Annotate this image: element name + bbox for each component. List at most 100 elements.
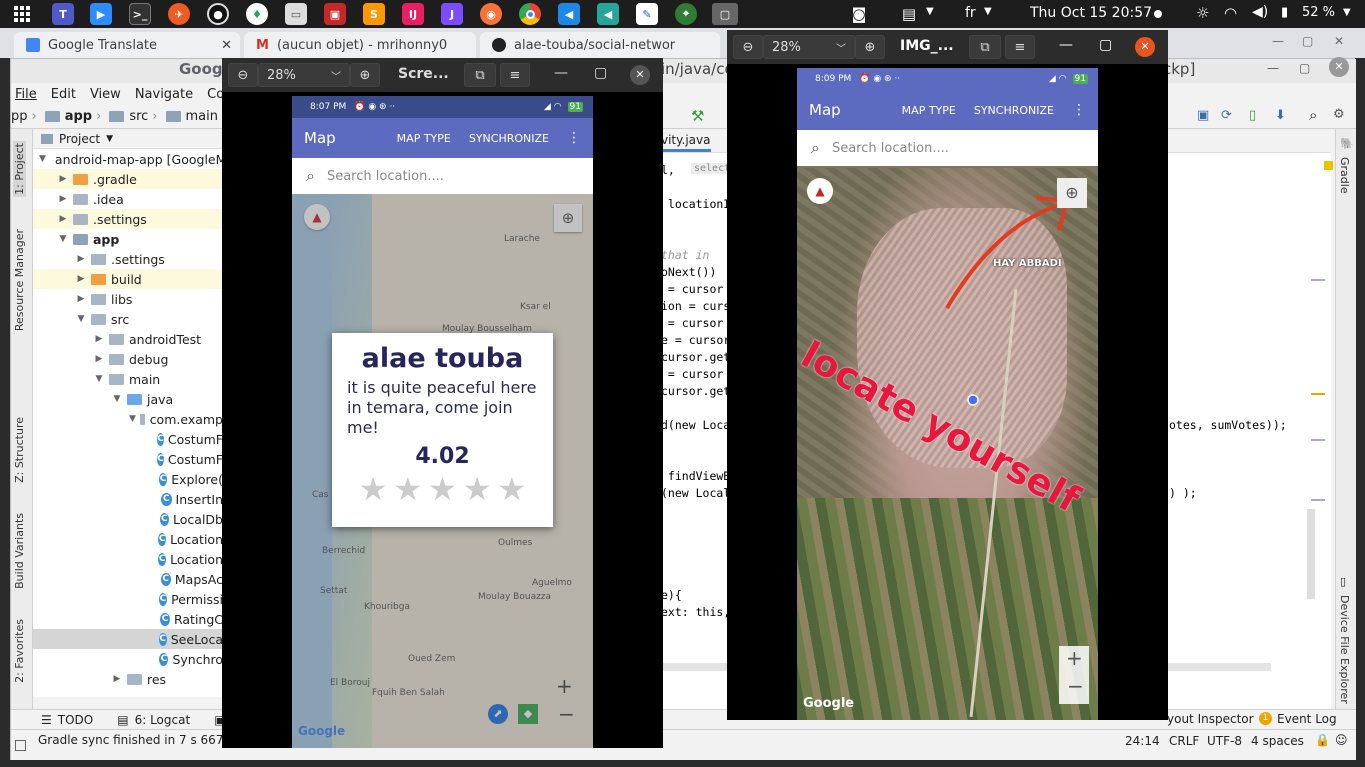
tree-row[interactable]: C RatingC bbox=[33, 609, 223, 629]
chevron-down-icon[interactable]: ▼ bbox=[57, 234, 69, 244]
tree-row[interactable]: ▶ res bbox=[33, 669, 223, 689]
chevron-right-icon[interactable]: ▶ bbox=[57, 194, 69, 204]
hamburger-menu-button[interactable]: ≡ bbox=[1005, 35, 1035, 59]
tool-gradle[interactable]: Gradle bbox=[1338, 157, 1351, 194]
editor-scrollbar[interactable] bbox=[1307, 509, 1315, 599]
crumb-pp[interactable]: pp bbox=[11, 109, 28, 124]
tree-row[interactable]: C Location bbox=[33, 549, 223, 569]
tree-row[interactable]: ▼ java bbox=[33, 389, 223, 409]
tab-google-translate[interactable]: Google Translate ✕ bbox=[14, 32, 240, 58]
browser-maximize-icon[interactable]: ▢ bbox=[1302, 34, 1313, 48]
chevron-down-icon[interactable]: ▼ bbox=[93, 374, 105, 384]
tree-row[interactable]: C MapsAc bbox=[33, 569, 223, 589]
map-type-action[interactable]: MAP TYPE bbox=[902, 104, 956, 117]
menu-view[interactable]: View bbox=[90, 87, 121, 102]
close-tab-icon[interactable]: ✕ bbox=[221, 38, 232, 53]
tab-github[interactable]: alae-touba/social-networ bbox=[480, 32, 720, 58]
star-icon[interactable]: ★ bbox=[428, 473, 457, 505]
star-icon[interactable]: ★ bbox=[498, 473, 527, 505]
synchronize-action[interactable]: SYNCHRONIZE bbox=[974, 104, 1054, 117]
zoom-level[interactable]: 28% ﹀ bbox=[258, 63, 350, 87]
star-icon[interactable]: ★ bbox=[463, 473, 492, 505]
tree-row[interactable]: ▶ .idea bbox=[33, 189, 223, 209]
tool-build-variants[interactable]: Build Variants bbox=[13, 513, 26, 589]
teams-icon[interactable]: T bbox=[52, 3, 74, 25]
project-view-label[interactable]: Project bbox=[59, 132, 100, 146]
crumb-main[interactable]: main bbox=[186, 109, 218, 124]
tree-row[interactable]: C Permissi bbox=[33, 589, 223, 609]
satellite-map-view[interactable]: HAY ABBADI locate yourself ▲ ⊕ + − Googl… bbox=[797, 168, 1098, 720]
close-icon[interactable]: ✕ bbox=[1135, 37, 1155, 57]
tree-row[interactable]: ▼ app bbox=[33, 229, 223, 249]
chevron-right-icon[interactable]: ▶ bbox=[75, 294, 87, 304]
firefox-icon[interactable]: ◉ bbox=[480, 3, 502, 25]
maximize-icon[interactable]: ▢ bbox=[594, 65, 607, 81]
clock[interactable]: Thu Oct 15 20:57 bbox=[1030, 5, 1152, 21]
tree-row[interactable]: ▶ libs bbox=[33, 289, 223, 309]
chevron-down-icon[interactable]: ▼ bbox=[129, 414, 136, 424]
status-message[interactable]: Gradle sync finished in 7 s 667 ms bbox=[38, 733, 245, 747]
obs-icon[interactable]: ● bbox=[207, 3, 229, 25]
text-editor-icon[interactable]: ✎ bbox=[636, 3, 658, 25]
tool-favorites[interactable]: 2: Favorites bbox=[13, 619, 26, 683]
chrome-icon[interactable] bbox=[519, 3, 541, 25]
postman-icon[interactable]: ✈ bbox=[168, 3, 190, 25]
zoom-icon[interactable]: ▶ bbox=[90, 3, 112, 25]
ide-maximize-icon[interactable]: ▢ bbox=[1299, 61, 1310, 75]
tree-row[interactable]: ▶ debug bbox=[33, 349, 223, 369]
build-hammer-icon[interactable]: ⚒ bbox=[691, 107, 704, 125]
chevron-right-icon[interactable]: ▶ bbox=[93, 334, 105, 344]
tree-row[interactable]: C Location bbox=[33, 529, 223, 549]
tool-event-log[interactable]: Event Log bbox=[1277, 712, 1337, 726]
overflow-menu-icon[interactable]: ⋮ bbox=[1072, 102, 1086, 118]
crumb-app[interactable]: app bbox=[65, 109, 92, 124]
zoom-out-button[interactable]: ⊖ bbox=[733, 35, 763, 59]
zoom-in-button[interactable]: ⊕ bbox=[855, 35, 885, 59]
chevron-down-icon[interactable]: ▼ bbox=[111, 394, 123, 404]
chevron-right-icon[interactable]: ▶ bbox=[111, 674, 123, 684]
system-menu-arrow-icon[interactable]: ▼ bbox=[1343, 7, 1351, 18]
tree-row[interactable]: ▼ src bbox=[33, 309, 223, 329]
intellij-icon[interactable]: IJ bbox=[402, 3, 424, 25]
tool-structure[interactable]: Z: Structure bbox=[13, 417, 26, 483]
sublime-icon[interactable]: S bbox=[363, 3, 385, 25]
rating-stars[interactable]: ★ ★ ★ ★ ★ bbox=[332, 473, 553, 505]
minimize-icon[interactable]: — bbox=[554, 65, 568, 81]
terminal-icon[interactable]: >_ bbox=[129, 3, 151, 25]
star-icon[interactable]: ★ bbox=[393, 473, 422, 505]
vscode-icon[interactable]: ◀ bbox=[558, 3, 580, 25]
zoom-out-button[interactable]: ⊖ bbox=[228, 63, 258, 87]
tool-project[interactable]: 1: Project bbox=[13, 141, 26, 197]
line-separator[interactable]: CRLF bbox=[1169, 734, 1199, 748]
tree-row[interactable]: ▶ androidTest bbox=[33, 329, 223, 349]
tree-row[interactable]: ▶ .settings bbox=[33, 209, 223, 229]
synchronize-action[interactable]: SYNCHRONIZE bbox=[469, 132, 549, 145]
my-location-icon[interactable]: ⊕ bbox=[1057, 178, 1087, 208]
location-search-bar[interactable]: ⌕ Search location.... bbox=[292, 158, 593, 194]
chevron-right-icon[interactable]: ▶ bbox=[93, 354, 105, 364]
keyboard-layout[interactable]: fr bbox=[965, 5, 976, 21]
tree-row[interactable]: ▼ main bbox=[33, 369, 223, 389]
webstorm-icon[interactable]: J bbox=[441, 3, 463, 25]
crumb-src[interactable]: src bbox=[129, 109, 148, 124]
location-search-bar[interactable]: ⌕ Search location.... bbox=[797, 130, 1098, 166]
image-viewer-icon[interactable]: ▢ bbox=[712, 3, 738, 25]
zoom-in-button[interactable]: ⊕ bbox=[350, 63, 380, 87]
browser-minimize-icon[interactable]: — bbox=[1272, 34, 1284, 48]
tool-logcat[interactable]: 6: Logcat bbox=[135, 713, 191, 727]
status-toggle-icon[interactable] bbox=[15, 739, 26, 751]
screen-recorder-icon[interactable]: ▣ bbox=[324, 3, 346, 25]
maps-icon[interactable]: ⌖ bbox=[675, 3, 697, 25]
compass-icon[interactable]: ▲ bbox=[807, 178, 833, 204]
avd-manager-icon[interactable]: ▯ bbox=[1249, 108, 1256, 123]
editor-tab-file[interactable]: vity.java bbox=[661, 133, 711, 152]
map-type-action[interactable]: MAP TYPE bbox=[397, 132, 451, 145]
minimize-icon[interactable]: — bbox=[1059, 37, 1073, 53]
fullscreen-button[interactable]: ⧉ bbox=[969, 35, 1001, 59]
zoom-level[interactable]: 28% ﹀ bbox=[763, 35, 855, 59]
menu-navigate[interactable]: Navigate bbox=[135, 87, 193, 102]
tree-row[interactable]: C CostumF bbox=[33, 449, 223, 469]
ide-close-icon[interactable]: ✕ bbox=[1329, 57, 1349, 77]
sync-gradle-icon[interactable]: ⟳ bbox=[1221, 108, 1232, 123]
indent-setting[interactable]: 4 spaces bbox=[1251, 734, 1304, 748]
